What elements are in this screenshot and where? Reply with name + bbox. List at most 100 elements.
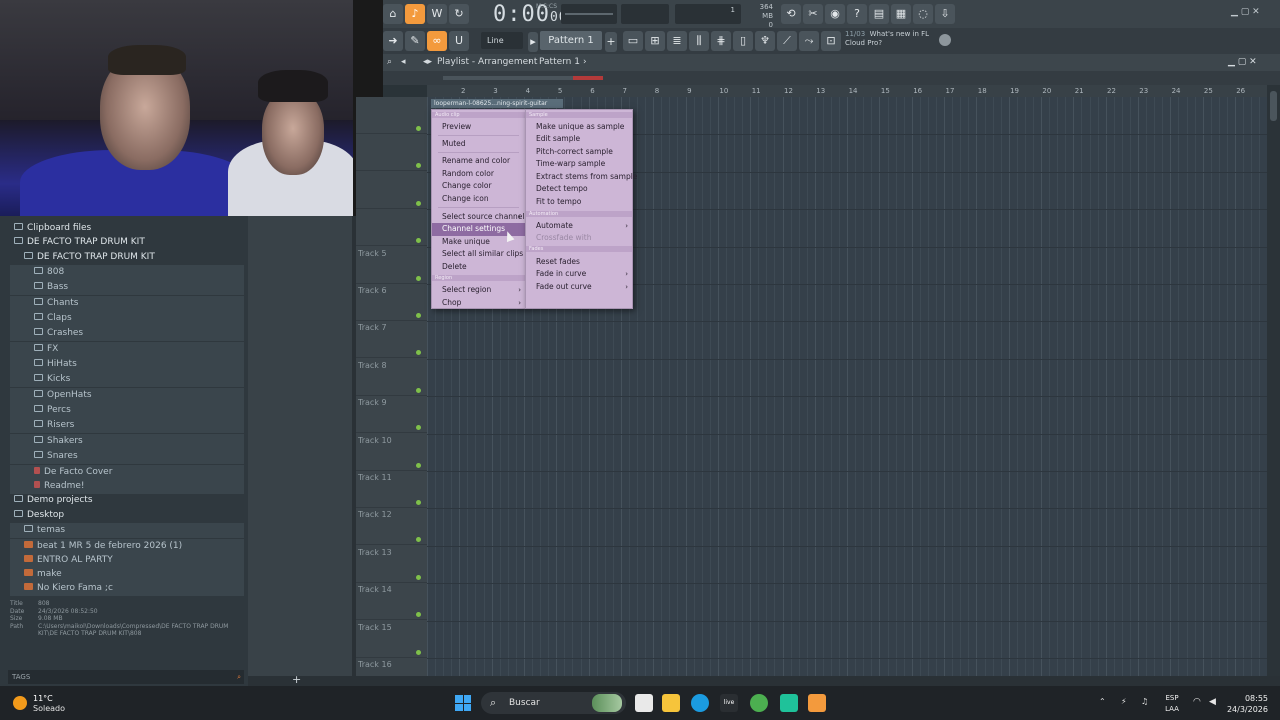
- track-header[interactable]: Track 10: [356, 434, 427, 471]
- edge-icon[interactable]: [691, 694, 709, 712]
- browser-item[interactable]: Demo projects: [10, 493, 244, 508]
- menu-item-rename[interactable]: Rename and color: [432, 155, 525, 168]
- piano-roll-icon[interactable]: ⊞: [645, 31, 665, 51]
- wifi-icon[interactable]: ◠: [1193, 697, 1201, 707]
- download-icon[interactable]: ⇩: [935, 4, 955, 24]
- menu-item-time-warp[interactable]: Time-warp sample: [526, 158, 632, 171]
- typing-keyboard-icon[interactable]: ♪: [405, 4, 425, 24]
- browser-icon[interactable]: ▯: [733, 31, 753, 51]
- browser-item[interactable]: FX: [10, 342, 244, 357]
- vertical-scroll-thumb[interactable]: [1270, 91, 1277, 121]
- track-led-icon[interactable]: [416, 500, 421, 505]
- stamp-icon[interactable]: ⤳: [799, 31, 819, 51]
- weather-desc[interactable]: Soleado: [33, 704, 65, 713]
- browser-item[interactable]: Desktop: [10, 508, 244, 523]
- playlist-pattern[interactable]: Pattern 1: [539, 54, 580, 71]
- track-header[interactable]: Track 12: [356, 508, 427, 546]
- menu-item-random-color[interactable]: Random color: [432, 168, 525, 181]
- track-led-icon[interactable]: [416, 387, 421, 393]
- widget-icon[interactable]: [592, 694, 622, 712]
- menu-item-muted[interactable]: Muted: [432, 138, 525, 151]
- menu-item-change-icon[interactable]: Change icon: [432, 193, 525, 206]
- wait-input-icon[interactable]: W: [427, 4, 447, 24]
- shop-icon[interactable]: ⊡: [821, 31, 841, 51]
- browser-item[interactable]: Bass: [10, 280, 244, 295]
- menu-item-delete[interactable]: Delete: [432, 261, 525, 274]
- track-led-icon[interactable]: [416, 238, 421, 244]
- browser-item[interactable]: Percs: [10, 403, 244, 418]
- network-icon[interactable]: ⚡: [1121, 697, 1127, 706]
- menu-item-detect-tempo[interactable]: Detect tempo: [526, 183, 632, 196]
- browser-item[interactable]: ENTRO AL PARTY: [10, 553, 244, 568]
- help-icon[interactable]: ?: [847, 4, 867, 24]
- speaker-icon[interactable]: ◂: [401, 54, 406, 71]
- pattern-select[interactable]: Pattern 1: [540, 31, 602, 50]
- cut-icon[interactable]: ✂: [803, 4, 823, 24]
- menu-item-select-region[interactable]: Select region ›: [432, 284, 525, 297]
- microphone-tray-icon[interactable]: ♫: [1141, 697, 1148, 706]
- system-clock[interactable]: 08:55 24/3/2026: [1220, 693, 1268, 715]
- save-icon[interactable]: ▤: [869, 4, 889, 24]
- weather-temp[interactable]: 11°C: [33, 694, 53, 703]
- track-header[interactable]: [356, 209, 427, 247]
- browser-item[interactable]: DE FACTO TRAP DRUM KIT: [10, 235, 244, 250]
- app-teal-icon[interactable]: [780, 694, 798, 712]
- track-led-icon[interactable]: [416, 126, 421, 131]
- browser-item[interactable]: make: [10, 567, 244, 582]
- track-header[interactable]: Track 6: [356, 284, 427, 321]
- track-header[interactable]: Track 9: [356, 396, 427, 434]
- play-pattern-icon[interactable]: ▸: [528, 32, 538, 52]
- track-led-icon[interactable]: [416, 649, 421, 655]
- volume-icon[interactable]: ◀: [1209, 697, 1216, 707]
- mixer-icon[interactable]: ▦: [891, 4, 911, 24]
- browser-item[interactable]: Chants: [10, 296, 244, 311]
- microphone-icon[interactable]: ◉: [825, 4, 845, 24]
- chat-icon[interactable]: ◌: [913, 4, 933, 24]
- menu-item-edit-sample[interactable]: Edit sample: [526, 133, 632, 146]
- green-app-icon[interactable]: [750, 694, 768, 712]
- browser-item[interactable]: Crashes: [10, 326, 244, 341]
- track-led-icon[interactable]: [416, 612, 421, 618]
- track-header[interactable]: Track 14: [356, 583, 427, 621]
- add-track-icon[interactable]: +: [292, 673, 301, 686]
- track-header[interactable]: Track 5: [356, 247, 427, 284]
- browser-item[interactable]: HiHats: [10, 357, 244, 372]
- menu-item-automate[interactable]: Automate ›: [526, 220, 632, 233]
- news-panel[interactable]: 11/03 What's new in FL Cloud Pro?: [845, 30, 929, 48]
- window-controls[interactable]: ▁ ▢ ✕: [1231, 7, 1260, 17]
- app-icon[interactable]: live: [720, 694, 738, 712]
- menu-item-pitch-correct[interactable]: Pitch-correct sample: [526, 146, 632, 159]
- task-view-icon[interactable]: [635, 694, 653, 712]
- track-header[interactable]: Track 8: [356, 359, 427, 396]
- track-led-icon[interactable]: [416, 163, 421, 169]
- track-led-icon[interactable]: [416, 313, 421, 318]
- menu-item-fade-in[interactable]: Fade in curve ›: [526, 268, 632, 281]
- menu-item-fit-tempo[interactable]: Fit to tempo: [526, 196, 632, 209]
- track-header[interactable]: Track 13: [356, 546, 427, 583]
- add-pattern-icon[interactable]: +: [605, 32, 617, 52]
- file-explorer-icon[interactable]: [662, 694, 680, 712]
- undo-icon[interactable]: ⟲: [781, 4, 801, 24]
- track-header[interactable]: [356, 172, 427, 209]
- chevron-up-icon[interactable]: ⌃: [1099, 697, 1106, 706]
- track-led-icon[interactable]: [416, 275, 421, 281]
- playlist-window-controls[interactable]: ▁ ▢ ✕: [1228, 54, 1257, 71]
- tags-bar[interactable]: TAGS ⌕: [8, 670, 244, 684]
- horizontal-scrollbar[interactable]: [443, 76, 603, 80]
- browser-item[interactable]: Kicks: [10, 372, 244, 387]
- snap-select[interactable]: Line: [481, 32, 523, 49]
- track-led-icon[interactable]: [416, 574, 421, 580]
- vertical-scrollbar[interactable]: [1267, 85, 1280, 686]
- browser-item[interactable]: Claps: [10, 311, 244, 326]
- track-led-icon[interactable]: [416, 462, 421, 468]
- browser-item[interactable]: Clipboard files: [10, 221, 244, 236]
- playlist-icon[interactable]: ▭: [623, 31, 643, 51]
- fl-studio-icon[interactable]: [808, 694, 826, 712]
- master-volume-slider[interactable]: [561, 4, 617, 24]
- track-led-icon[interactable]: [416, 425, 421, 431]
- track-header[interactable]: Track 15: [356, 621, 427, 658]
- master-pitch-slider[interactable]: [621, 4, 669, 24]
- browser-item[interactable]: OpenHats: [10, 388, 244, 403]
- audio-icon[interactable]: ⌂: [383, 4, 403, 24]
- account-icon[interactable]: [939, 34, 951, 46]
